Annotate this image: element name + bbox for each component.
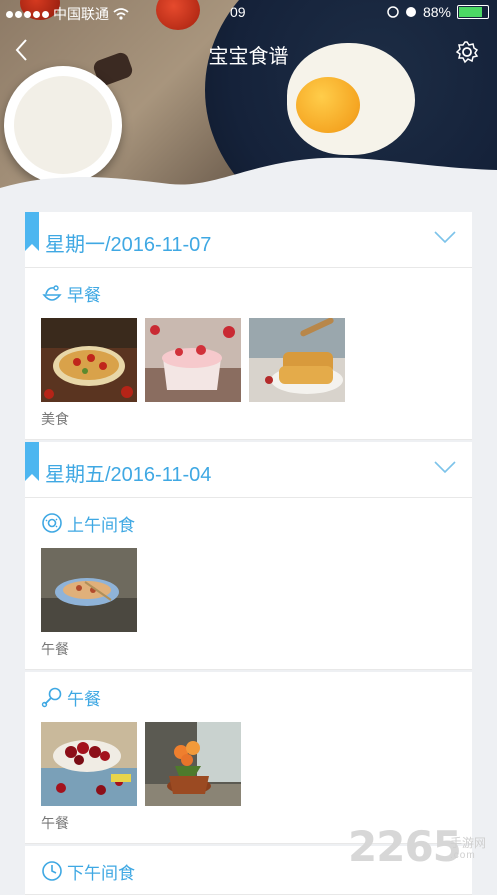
meal-name: 午餐	[67, 689, 101, 709]
watermark-number: 2265	[348, 822, 462, 871]
clock-label: 09	[230, 4, 246, 20]
donut-icon	[42, 513, 62, 533]
food-photo[interactable]	[249, 318, 345, 402]
cloud-divider	[0, 157, 497, 212]
egg-yolk	[296, 77, 360, 133]
alarm-icon	[405, 7, 416, 17]
gear-icon[interactable]	[455, 40, 479, 64]
bookmark-ribbon	[25, 212, 39, 251]
meal-note: 午餐	[41, 641, 69, 657]
food-photo[interactable]	[145, 722, 241, 806]
food-photo[interactable]	[145, 318, 241, 402]
drumstick-icon	[41, 687, 62, 708]
meal-card[interactable]: 上午间食 午餐	[25, 498, 472, 670]
meal-note: 美食	[41, 411, 69, 427]
cookies-plate-photo	[41, 548, 137, 632]
nav-bar: 宝宝食谱	[0, 30, 497, 74]
bookmark-ribbon	[25, 442, 39, 481]
lock-rotation-icon	[387, 6, 399, 18]
page-title: 宝宝食谱	[208, 46, 289, 68]
meal-name: 下午间食	[67, 863, 135, 883]
battery-icon	[457, 5, 489, 19]
meal-name: 早餐	[67, 285, 101, 305]
header-banner: 中国联通 09 88% 宝宝食谱	[0, 0, 497, 212]
wifi-icon	[113, 8, 129, 20]
waffle-photo	[249, 318, 345, 402]
chevron-down-icon[interactable]	[434, 460, 456, 474]
bowl-icon	[42, 285, 62, 301]
battery-percent: 88%	[422, 4, 451, 20]
clock-icon	[42, 861, 62, 881]
watermark-logo: 2265 手游网 .com	[348, 822, 494, 874]
watermark-text: 手游网	[450, 836, 487, 850]
meal-card[interactable]: 午餐 午餐	[25, 672, 472, 844]
meal-name: 上午间食	[67, 515, 135, 535]
pizza-photo	[41, 318, 137, 402]
cherries-photo	[41, 722, 137, 806]
food-photo[interactable]	[41, 722, 137, 806]
recipe-list: 星期一/2016-11-07 早餐 美食 星期五/2016-11-04 上午间食…	[25, 212, 472, 895]
yogurt-photo	[145, 318, 241, 402]
meal-card[interactable]: 早餐 美食	[25, 268, 472, 440]
food-photo[interactable]	[41, 318, 137, 402]
flower-pot-photo	[145, 722, 241, 806]
day-header[interactable]: 星期五/2016-11-04	[25, 442, 472, 498]
status-bar: 中国联通 09 88%	[0, 0, 497, 24]
food-photo[interactable]	[41, 548, 137, 632]
signal-icon	[6, 10, 49, 18]
watermark-domain: .com	[450, 850, 476, 861]
carrier-label: 中国联通	[53, 6, 109, 22]
day-date: 星期五/2016-11-04	[45, 464, 212, 486]
chevron-down-icon[interactable]	[434, 230, 456, 244]
day-date: 星期一/2016-11-07	[45, 234, 212, 256]
day-header[interactable]: 星期一/2016-11-07	[25, 212, 472, 268]
